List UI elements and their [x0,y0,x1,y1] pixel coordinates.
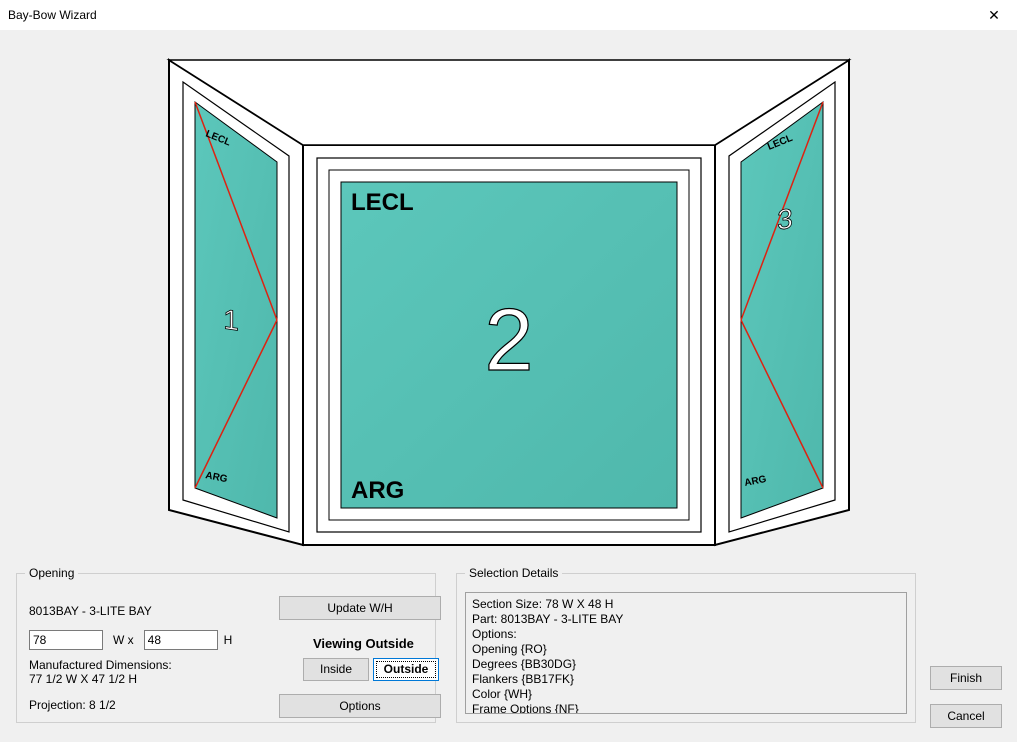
cancel-button[interactable]: Cancel [930,704,1002,728]
opening-legend: Opening [25,566,78,580]
details-line: Options: [472,627,890,642]
close-icon: ✕ [988,7,1000,24]
right-panel-number: 3 [777,203,793,236]
selection-details-text[interactable]: Section Size: 78 W X 48 H Part: 8013BAY … [465,592,907,714]
wh-row: W x H [29,630,232,650]
details-line: Section Size: 78 W X 48 H [472,597,890,612]
title-bar: Bay-Bow Wizard ✕ [0,0,1017,30]
projection-label: Projection: 8 1/2 [29,698,116,712]
details-line: Opening {RO} [472,642,890,657]
details-legend: Selection Details [465,566,562,580]
viewing-label: Viewing Outside [313,636,414,651]
left-panel-number: 1 [223,304,239,337]
selection-details-group: Selection Details Section Size: 78 W X 4… [456,573,916,723]
view-toggle: Inside Outside [303,658,439,681]
opening-part-label: 8013BAY - 3-LITE BAY [29,604,152,618]
window-close-button[interactable]: ✕ [971,0,1017,30]
view-outside-button[interactable]: Outside [373,658,439,681]
h-label: H [224,633,233,647]
wx-label: W x [113,633,134,647]
details-line: Color {WH} [472,687,890,702]
view-inside-button[interactable]: Inside [303,658,369,681]
window-title: Bay-Bow Wizard [8,8,971,22]
manufactured-dimensions: Manufactured Dimensions: 77 1/2 W X 47 1… [29,658,172,686]
update-wh-button[interactable]: Update W/H [279,596,441,620]
bay-window-svg: LECL ARG 2 LECL ARG 1 LECL A [149,30,869,550]
options-button[interactable]: Options [279,694,441,718]
bay-window-preview: LECL ARG 2 LECL ARG 1 LECL A [0,30,1017,560]
details-line: Frame Options {NF} [472,702,890,714]
center-panel-number: 2 [484,290,533,389]
details-line: Part: 8013BAY - 3-LITE BAY [472,612,890,627]
center-glass-bottom-label: ARG [351,477,404,504]
details-line: Flankers {BB17FK} [472,672,890,687]
center-glass-top-label: LECL [351,189,414,216]
finish-button[interactable]: Finish [930,666,1002,690]
details-line: Degrees {BB30DG} [472,657,890,672]
width-input[interactable] [29,630,103,650]
opening-group: Opening 8013BAY - 3-LITE BAY Update W/H … [16,573,436,723]
height-input[interactable] [144,630,218,650]
center-panel[interactable]: LECL ARG 2 [303,145,715,545]
